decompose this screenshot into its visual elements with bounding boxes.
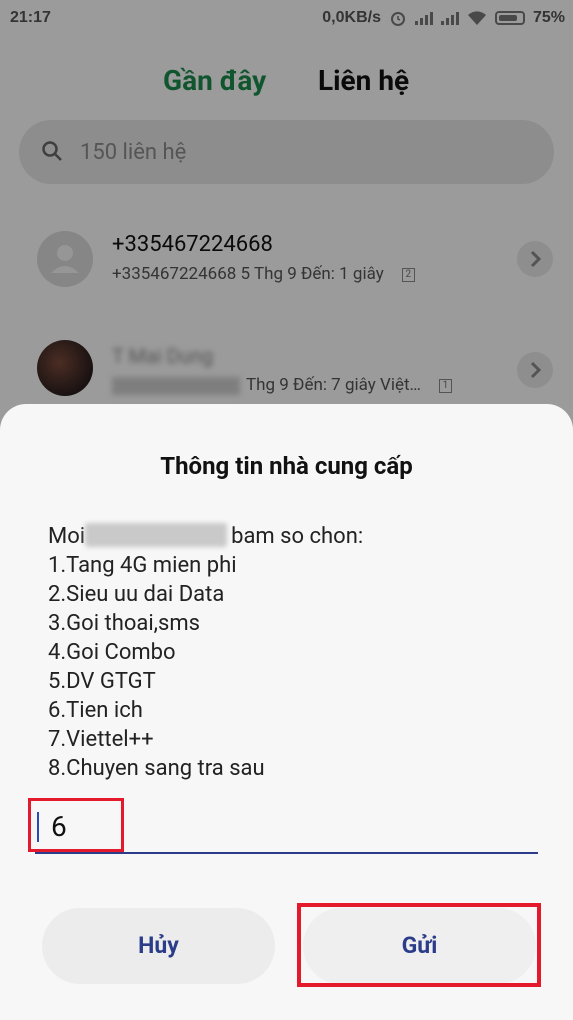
menu-option: 8.Chuyen sang tra sau [48,756,265,781]
menu-option: 6.Tien ich [48,698,143,723]
menu-option: 7.Viettel++ [48,727,154,752]
redacted-number [85,523,228,547]
provider-info-dialog: Thông tin nhà cung cấp Moi bam so chon: 1… [0,404,573,1020]
message-suffix: bam so chon: [231,524,364,549]
menu-option: 2.Sieu uu dai Data [48,582,225,607]
send-highlight-box [297,903,541,987]
menu-option: 5.DV GTGT [48,669,156,694]
message-prefix: Moi [48,524,86,549]
ussd-message: Moi bam so chon: 1.Tang 4G mien phi 2.Sie… [48,522,528,783]
dialog-title: Thông tin nhà cung cấp [160,452,413,480]
input-highlight-box [28,798,124,852]
menu-option: 3.Goi thoai,sms [48,611,201,636]
menu-option: 1.Tang 4G mien phi [48,553,237,578]
menu-option: 4.Goi Combo [48,640,176,665]
cancel-button[interactable]: Hủy [42,908,275,984]
